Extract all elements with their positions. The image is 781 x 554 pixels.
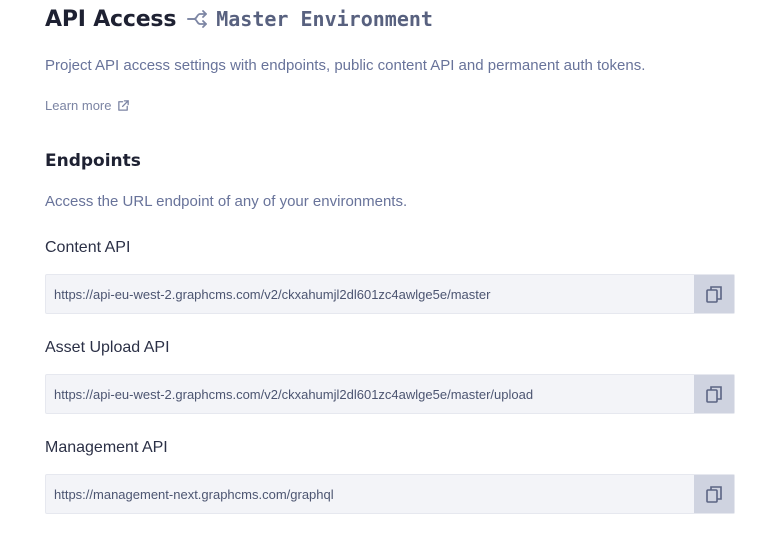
endpoints-heading: Endpoints xyxy=(45,151,141,171)
copy-icon xyxy=(706,486,722,503)
environment-name: Master Environment xyxy=(216,7,433,31)
management-api-url[interactable]: https://management-next.graphcms.com/gra… xyxy=(46,487,694,502)
learn-more-link[interactable]: Learn more xyxy=(45,98,130,113)
page-header: API Access Master Environment xyxy=(45,4,433,34)
management-api-field: https://management-next.graphcms.com/gra… xyxy=(45,474,735,514)
content-api-field: https://api-eu-west-2.graphcms.com/v2/ck… xyxy=(45,274,735,314)
asset-upload-api-label: Asset Upload API xyxy=(45,339,170,356)
endpoints-description: Access the URL endpoint of any of your e… xyxy=(45,193,408,210)
external-link-icon xyxy=(118,100,130,111)
copy-asset-upload-api-button[interactable] xyxy=(694,375,734,413)
content-api-label: Content API xyxy=(45,239,131,256)
asset-upload-api-field: https://api-eu-west-2.graphcms.com/v2/ck… xyxy=(45,374,735,414)
copy-icon xyxy=(706,286,722,303)
asset-upload-api-url[interactable]: https://api-eu-west-2.graphcms.com/v2/ck… xyxy=(46,387,694,402)
learn-more-label: Learn more xyxy=(45,98,112,113)
page-description: Project API access settings with endpoin… xyxy=(45,57,646,74)
copy-content-api-button[interactable] xyxy=(694,275,734,313)
page-title: API Access xyxy=(45,6,177,32)
content-api-url[interactable]: https://api-eu-west-2.graphcms.com/v2/ck… xyxy=(46,287,694,302)
copy-icon xyxy=(706,386,722,403)
copy-management-api-button[interactable] xyxy=(694,475,734,513)
branch-icon xyxy=(187,10,208,28)
management-api-label: Management API xyxy=(45,439,168,456)
